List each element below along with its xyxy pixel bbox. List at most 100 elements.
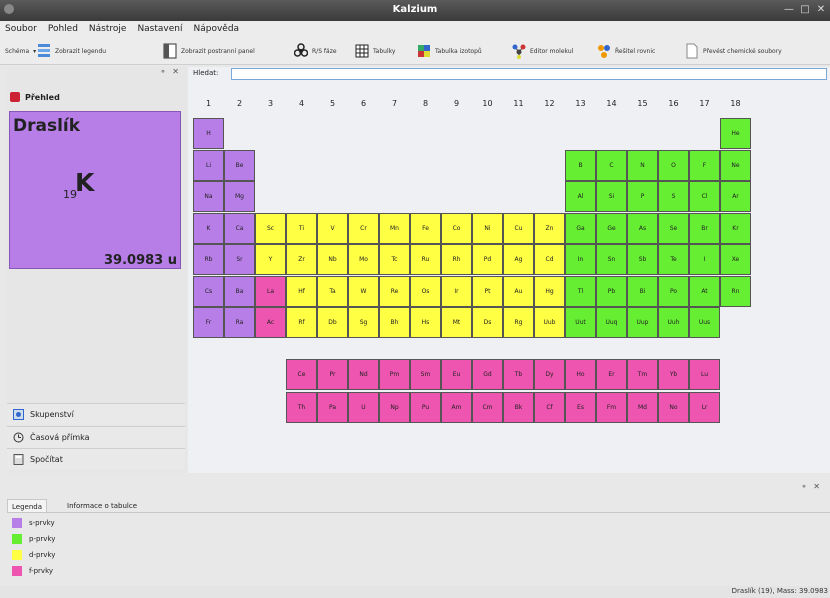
- element-cell-h[interactable]: H: [193, 118, 224, 149]
- element-cell-na[interactable]: Na: [193, 181, 224, 212]
- element-cell-kr[interactable]: Kr: [720, 212, 751, 244]
- element-cell-am[interactable]: Am: [441, 392, 472, 423]
- element-cell-ag[interactable]: Ag: [503, 244, 534, 275]
- element-cell-zr[interactable]: Zr: [286, 244, 317, 275]
- element-cell-bi[interactable]: Bi: [627, 275, 658, 307]
- element-cell-f[interactable]: F: [689, 149, 720, 181]
- schema-button[interactable]: Schéma ▾: [5, 41, 36, 61]
- element-cell-rf[interactable]: Rf: [286, 307, 317, 338]
- element-cell-he[interactable]: He: [720, 118, 751, 149]
- element-cell-es[interactable]: Es: [565, 392, 596, 423]
- element-cell-rb[interactable]: Rb: [193, 244, 224, 275]
- molecule-editor-button[interactable]: Editor molekul: [512, 41, 573, 61]
- element-cell-db[interactable]: Db: [317, 307, 348, 338]
- element-cell-si[interactable]: Si: [596, 181, 627, 212]
- element-cell-li[interactable]: Li: [193, 149, 224, 181]
- close-icon[interactable]: ✕: [814, 3, 828, 17]
- equation-solver-button[interactable]: Řešitel rovnic: [597, 41, 655, 61]
- element-cell-y[interactable]: Y: [255, 244, 286, 275]
- element-cell-lu[interactable]: Lu: [689, 359, 720, 390]
- float-icon[interactable]: ⚬: [160, 67, 173, 76]
- element-cell-hf[interactable]: Hf: [286, 275, 317, 307]
- element-cell-uuq[interactable]: Uuq: [596, 307, 627, 338]
- element-cell-sg[interactable]: Sg: [348, 307, 379, 338]
- element-cell-uup[interactable]: Uup: [627, 307, 658, 338]
- element-cell-i[interactable]: I: [689, 244, 720, 275]
- minimize-icon[interactable]: —: [782, 3, 796, 17]
- element-cell-uut[interactable]: Uut: [565, 307, 596, 338]
- legend-float-icon[interactable]: ⚬: [801, 482, 814, 491]
- element-cell-at[interactable]: At: [689, 275, 720, 307]
- close-dock-icon[interactable]: ✕: [172, 67, 185, 76]
- maximize-icon[interactable]: □: [798, 3, 812, 17]
- element-cell-ho[interactable]: Ho: [565, 359, 596, 390]
- element-cell-br[interactable]: Br: [689, 212, 720, 244]
- element-cell-w[interactable]: W: [348, 275, 379, 307]
- element-cell-ru[interactable]: Ru: [410, 244, 441, 275]
- element-cell-ir[interactable]: Ir: [441, 275, 472, 307]
- element-cell-p[interactable]: P: [627, 181, 658, 212]
- overview-header[interactable]: Přehled: [10, 92, 60, 102]
- element-cell-pd[interactable]: Pd: [472, 244, 503, 275]
- element-cell-c[interactable]: C: [596, 149, 627, 181]
- element-cell-se[interactable]: Se: [658, 212, 689, 244]
- isotope-table-button[interactable]: Tabulka izotopů: [417, 41, 482, 61]
- element-cell-hg[interactable]: Hg: [534, 275, 565, 307]
- element-cell-pr[interactable]: Pr: [317, 359, 348, 390]
- element-cell-tl[interactable]: Tl: [565, 275, 596, 307]
- element-cell-cs[interactable]: Cs: [193, 275, 224, 307]
- element-cell-re[interactable]: Re: [379, 275, 410, 307]
- element-cell-bh[interactable]: Bh: [379, 307, 410, 338]
- element-cell-mg[interactable]: Mg: [224, 181, 255, 212]
- element-cell-sb[interactable]: Sb: [627, 244, 658, 275]
- element-cell-pu[interactable]: Pu: [410, 392, 441, 423]
- element-cell-fr[interactable]: Fr: [193, 307, 224, 338]
- element-cell-md[interactable]: Md: [627, 392, 658, 423]
- sidebar-tab-states[interactable]: Skupenství: [7, 403, 185, 425]
- element-cell-zn[interactable]: Zn: [534, 212, 565, 244]
- element-cell-ce[interactable]: Ce: [286, 359, 317, 390]
- tab-table-info[interactable]: Informace o tabulce: [63, 499, 141, 513]
- element-cell-pt[interactable]: Pt: [472, 275, 503, 307]
- element-cell-sm[interactable]: Sm: [410, 359, 441, 390]
- element-cell-bk[interactable]: Bk: [503, 392, 534, 423]
- element-cell-be[interactable]: Be: [224, 149, 255, 181]
- element-cell-u[interactable]: U: [348, 392, 379, 423]
- menu-soubor[interactable]: Soubor: [5, 21, 37, 37]
- element-cell-uub[interactable]: Uub: [534, 307, 565, 338]
- element-cell-mo[interactable]: Mo: [348, 244, 379, 275]
- element-cell-rn[interactable]: Rn: [720, 275, 751, 307]
- element-cell-uuh[interactable]: Uuh: [658, 307, 689, 338]
- element-cell-mn[interactable]: Mn: [379, 212, 410, 244]
- element-cell-te[interactable]: Te: [658, 244, 689, 275]
- search-input[interactable]: [231, 68, 827, 80]
- element-cell-ge[interactable]: Ge: [596, 212, 627, 244]
- element-cell-ds[interactable]: Ds: [472, 307, 503, 338]
- element-cell-xe[interactable]: Xe: [720, 244, 751, 275]
- element-cell-fe[interactable]: Fe: [410, 212, 441, 244]
- menu-nastaveni[interactable]: Nastavení: [137, 21, 182, 37]
- element-cell-pa[interactable]: Pa: [317, 392, 348, 423]
- element-cell-ne[interactable]: Ne: [720, 149, 751, 181]
- element-cell-au[interactable]: Au: [503, 275, 534, 307]
- rs-phrases-button[interactable]: R/S fáze: [294, 41, 337, 61]
- element-cell-tm[interactable]: Tm: [627, 359, 658, 390]
- element-cell-ti[interactable]: Ti: [286, 212, 317, 244]
- element-cell-al[interactable]: Al: [565, 181, 596, 212]
- sidebar-tab-calculate[interactable]: Spočítat: [7, 448, 185, 470]
- element-cell-dy[interactable]: Dy: [534, 359, 565, 390]
- element-cell-cr[interactable]: Cr: [348, 212, 379, 244]
- element-cell-tb[interactable]: Tb: [503, 359, 534, 390]
- element-cell-cm[interactable]: Cm: [472, 392, 503, 423]
- sidebar-tab-timeline[interactable]: Časová přímka: [7, 426, 185, 448]
- element-cell-uus[interactable]: Uus: [689, 307, 720, 338]
- element-cell-rh[interactable]: Rh: [441, 244, 472, 275]
- element-cell-gd[interactable]: Gd: [472, 359, 503, 390]
- element-cell-o[interactable]: O: [658, 149, 689, 181]
- element-cell-k[interactable]: K: [193, 212, 224, 244]
- element-cell-v[interactable]: V: [317, 212, 348, 244]
- element-cell-sn[interactable]: Sn: [596, 244, 627, 275]
- element-cell-ga[interactable]: Ga: [565, 212, 596, 244]
- element-cell-pm[interactable]: Pm: [379, 359, 410, 390]
- menu-nastroje[interactable]: Nástroje: [89, 21, 127, 37]
